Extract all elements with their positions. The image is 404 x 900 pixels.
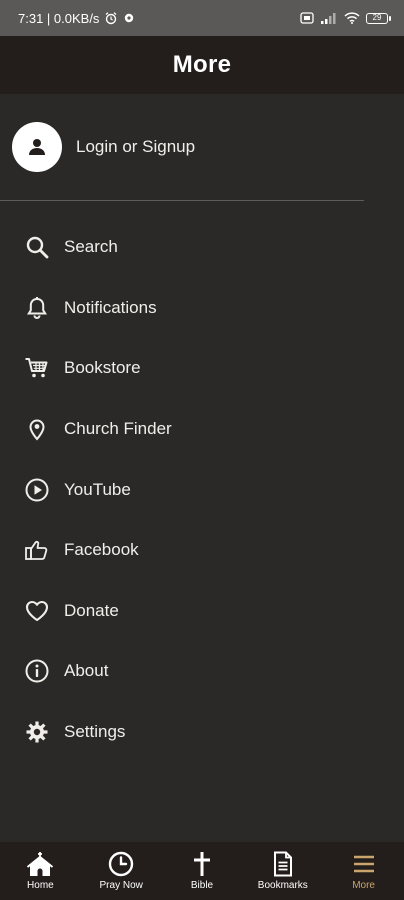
status-bar: 7:31 | 0.0KB/s 29 bbox=[0, 0, 404, 36]
info-icon bbox=[24, 658, 50, 684]
user-icon bbox=[29, 139, 45, 155]
nav-more[interactable]: More bbox=[323, 842, 404, 900]
menu-label-church-finder: Church Finder bbox=[64, 419, 172, 439]
menu-label-settings: Settings bbox=[64, 722, 126, 742]
menu-item-search[interactable]: Search bbox=[0, 217, 404, 278]
menu-label-facebook: Facebook bbox=[64, 540, 139, 560]
play-circle-icon bbox=[24, 477, 50, 503]
nav-label-pray-now: Pray Now bbox=[99, 880, 143, 891]
nav-bookmarks[interactable]: Bookmarks bbox=[242, 842, 323, 900]
menu-label-youtube: YouTube bbox=[64, 479, 131, 499]
avatar bbox=[12, 122, 62, 172]
divider bbox=[0, 200, 364, 201]
menu-item-notifications[interactable]: Notifications bbox=[0, 278, 404, 339]
menu-label-donate: Donate bbox=[64, 600, 119, 620]
signal-icon bbox=[320, 12, 338, 24]
menu-item-church-finder[interactable]: Church Finder bbox=[0, 399, 404, 460]
gear-icon bbox=[24, 719, 50, 745]
top-app-bar: More bbox=[0, 36, 404, 94]
status-time: 7:31 | 0.0KB/s bbox=[18, 10, 100, 26]
nav-label-bible: Bible bbox=[190, 880, 214, 891]
menu-item-facebook[interactable]: Facebook bbox=[0, 520, 404, 581]
status-right: 29 bbox=[300, 12, 391, 24]
nav-label-home: Home bbox=[27, 880, 54, 891]
settings-status-icon bbox=[123, 12, 135, 24]
thumbs-up-icon bbox=[24, 537, 50, 563]
church-icon bbox=[26, 851, 54, 877]
nav-label-bookmarks: Bookmarks bbox=[257, 880, 308, 891]
bell-icon bbox=[24, 295, 50, 321]
alarm-icon bbox=[104, 11, 118, 25]
cart-icon bbox=[24, 355, 50, 381]
menu-label-bookstore: Bookstore bbox=[64, 358, 141, 378]
nav-home[interactable]: Home bbox=[0, 842, 81, 900]
hamburger-icon bbox=[352, 851, 376, 877]
menu-item-bookstore[interactable]: Bookstore bbox=[0, 338, 404, 399]
menu-item-youtube[interactable]: YouTube bbox=[0, 459, 404, 520]
menu-item-donate[interactable]: Donate bbox=[0, 581, 404, 642]
more-menu: Search Notifications Bookstore Church Fi… bbox=[0, 217, 404, 762]
menu-label-notifications: Notifications bbox=[64, 297, 157, 317]
page-title: More bbox=[172, 51, 232, 78]
clock-icon bbox=[108, 851, 134, 877]
menu-label-about: About bbox=[64, 661, 109, 681]
menu-item-settings[interactable]: Settings bbox=[0, 702, 404, 763]
login-signup-row[interactable]: Login or Signup bbox=[0, 94, 404, 200]
heart-icon bbox=[24, 598, 50, 624]
battery-level: 29 bbox=[372, 13, 382, 22]
document-icon bbox=[272, 851, 294, 877]
bottom-navigation: Home Pray Now Bible Bookmarks More bbox=[0, 842, 404, 900]
wifi-icon bbox=[344, 12, 360, 24]
menu-item-about[interactable]: About bbox=[0, 641, 404, 702]
login-signup-label: Login or Signup bbox=[76, 137, 196, 156]
search-icon bbox=[24, 234, 50, 260]
status-left: 7:31 | 0.0KB/s bbox=[18, 11, 135, 26]
battery-icon: 29 bbox=[366, 12, 391, 24]
nav-pray-now[interactable]: Pray Now bbox=[81, 842, 162, 900]
cross-icon bbox=[190, 851, 214, 877]
location-pin-icon bbox=[24, 416, 50, 442]
sim-icon bbox=[300, 12, 314, 24]
menu-label-search: Search bbox=[64, 237, 118, 257]
nav-label-more: More bbox=[352, 880, 375, 891]
nav-bible[interactable]: Bible bbox=[162, 842, 243, 900]
